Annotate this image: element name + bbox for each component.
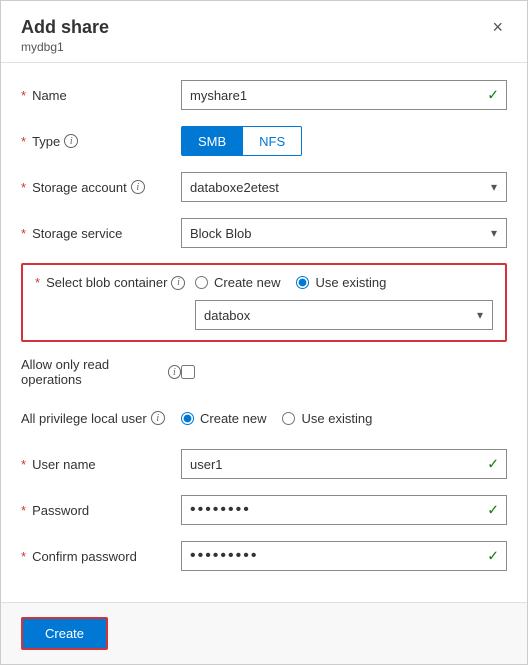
confirm-check-icon: ✓ xyxy=(487,548,499,565)
dialog-subtitle: mydbg1 xyxy=(21,40,109,54)
privilege-info-icon[interactable]: i xyxy=(151,411,165,425)
allow-read-label: Allow only read operations i xyxy=(21,357,181,387)
privilege-control: Create new Use existing xyxy=(181,411,507,426)
storage-service-control: Block Blob Page Blob Azure Files ▾ xyxy=(181,218,507,248)
password-input-wrapper: ✓ xyxy=(181,495,507,525)
type-info-icon[interactable]: i xyxy=(64,134,78,148)
name-control: ✓ xyxy=(181,80,507,110)
type-control: SMB NFS xyxy=(181,126,507,156)
blob-dropdown-row: databox ▾ xyxy=(35,300,493,330)
storage-service-select-wrapper: Block Blob Page Blob Azure Files ▾ xyxy=(181,218,507,248)
name-input[interactable] xyxy=(181,80,507,110)
storage-service-row: * Storage service Block Blob Page Blob A… xyxy=(21,217,507,249)
privilege-label: All privilege local user i xyxy=(21,411,181,426)
storage-account-row: * Storage account i databoxe2etest ▾ xyxy=(21,171,507,203)
username-control: ✓ xyxy=(181,449,507,479)
allow-read-info-icon[interactable]: i xyxy=(168,365,181,379)
close-button[interactable]: × xyxy=(488,17,507,38)
allow-read-checkbox[interactable] xyxy=(181,365,195,379)
type-row: * Type i SMB NFS xyxy=(21,125,507,157)
type-required: * xyxy=(21,134,26,149)
privilege-create-new-radio[interactable] xyxy=(181,412,194,425)
name-check-icon: ✓ xyxy=(487,87,499,104)
blob-create-new-option[interactable]: Create new xyxy=(195,275,280,290)
dialog-header: Add share mydbg1 × xyxy=(1,1,527,63)
password-required: * xyxy=(21,503,26,518)
type-toggle: SMB NFS xyxy=(181,126,507,156)
password-label: * Password xyxy=(21,503,181,518)
confirm-required: * xyxy=(21,549,26,564)
confirm-password-input-wrapper: ✓ xyxy=(181,541,507,571)
blob-radio-group: Create new Use existing xyxy=(195,275,493,290)
username-check-icon: ✓ xyxy=(487,456,499,473)
allow-read-control xyxy=(181,365,507,379)
blob-dropdown-wrapper: databox ▾ xyxy=(195,300,493,330)
storage-service-label: * Storage service xyxy=(21,226,181,241)
password-check-icon: ✓ xyxy=(487,502,499,519)
type-smb-button[interactable]: SMB xyxy=(181,126,243,156)
add-share-dialog: Add share mydbg1 × * Name ✓ * Type xyxy=(0,0,528,665)
dialog-title: Add share xyxy=(21,17,109,38)
name-required: * xyxy=(21,88,26,103)
confirm-password-label: * Confirm password xyxy=(21,549,181,564)
storage-account-required: * xyxy=(21,180,26,195)
confirm-password-control: ✓ xyxy=(181,541,507,571)
create-button[interactable]: Create xyxy=(21,617,108,650)
username-required: * xyxy=(21,457,26,472)
blob-container-section: * Select blob container i Create new Use… xyxy=(21,263,507,342)
username-row: * User name ✓ xyxy=(21,448,507,480)
privilege-row: All privilege local user i Create new Us… xyxy=(21,402,507,434)
confirm-password-input[interactable] xyxy=(181,541,507,571)
privilege-use-existing-option[interactable]: Use existing xyxy=(282,411,372,426)
username-input[interactable] xyxy=(181,449,507,479)
dialog-footer: Create xyxy=(1,602,527,664)
blob-container-label: * Select blob container i xyxy=(35,275,195,290)
storage-account-select-wrapper: databoxe2etest ▾ xyxy=(181,172,507,202)
username-input-wrapper: ✓ xyxy=(181,449,507,479)
storage-service-required: * xyxy=(21,226,26,241)
name-input-wrapper: ✓ xyxy=(181,80,507,110)
storage-account-select[interactable]: databoxe2etest xyxy=(181,172,507,202)
password-control: ✓ xyxy=(181,495,507,525)
storage-service-select[interactable]: Block Blob Page Blob Azure Files xyxy=(181,218,507,248)
confirm-password-row: * Confirm password ✓ xyxy=(21,540,507,572)
type-label: * Type i xyxy=(21,134,181,149)
name-label: * Name xyxy=(21,88,181,103)
password-row: * Password ✓ xyxy=(21,494,507,526)
dialog-body: * Name ✓ * Type i SMB NFS xyxy=(1,63,527,602)
blob-info-icon[interactable]: i xyxy=(171,276,185,290)
privilege-radio-group: Create new Use existing xyxy=(181,411,507,426)
name-row: * Name ✓ xyxy=(21,79,507,111)
privilege-create-new-option[interactable]: Create new xyxy=(181,411,266,426)
allow-read-row: Allow only read operations i xyxy=(21,356,507,388)
blob-use-existing-radio[interactable] xyxy=(296,276,309,289)
storage-account-label: * Storage account i xyxy=(21,180,181,195)
blob-use-existing-option[interactable]: Use existing xyxy=(296,275,386,290)
dialog-title-group: Add share mydbg1 xyxy=(21,17,109,54)
username-label: * User name xyxy=(21,457,181,472)
blob-container-row: * Select blob container i Create new Use… xyxy=(35,275,493,290)
blob-create-new-radio[interactable] xyxy=(195,276,208,289)
password-input[interactable] xyxy=(181,495,507,525)
privilege-use-existing-radio[interactable] xyxy=(282,412,295,425)
storage-account-info-icon[interactable]: i xyxy=(131,180,145,194)
storage-account-control: databoxe2etest ▾ xyxy=(181,172,507,202)
type-nfs-button[interactable]: NFS xyxy=(243,126,302,156)
blob-container-select[interactable]: databox xyxy=(195,300,493,330)
blob-required: * xyxy=(35,275,40,290)
